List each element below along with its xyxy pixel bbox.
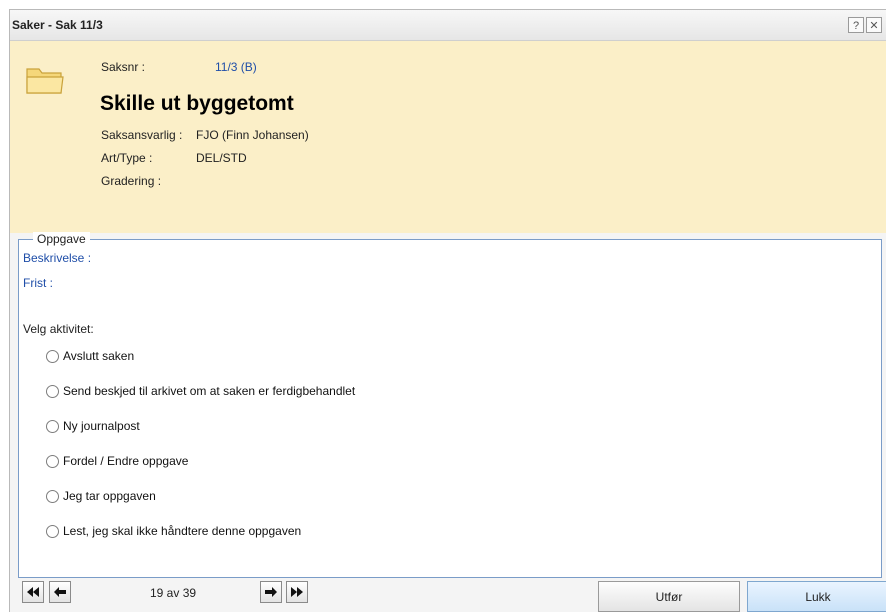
next-button[interactable]: [260, 581, 282, 603]
task-legend: Oppgave: [33, 232, 90, 246]
saksnr-label: Saksnr :: [101, 60, 146, 74]
velg-aktivitet-label: Velg aktivitet:: [23, 322, 94, 336]
saksansvarlig-label: Saksansvarlig :: [101, 128, 183, 142]
utfor-button[interactable]: Utfør: [598, 581, 740, 612]
arrow-left-icon: [54, 587, 66, 597]
radio-button[interactable]: [46, 350, 59, 363]
frist-label: Frist :: [23, 276, 53, 290]
last-button[interactable]: [286, 581, 308, 603]
last-icon: [291, 587, 303, 597]
beskrivelse-label: Beskrivelse :: [23, 251, 92, 265]
task-panel: Oppgave Beskrivelse : Frist : Velg aktiv…: [18, 232, 882, 578]
folder-icon: [26, 68, 64, 94]
close-button[interactable]: ✕: [866, 17, 882, 33]
option-label: Jeg tar oppgaven: [63, 489, 156, 503]
saksnr-value: 11/3 (B): [215, 60, 257, 74]
case-header: Saksnr : 11/3 (B) Skille ut byggetomt Sa…: [10, 41, 886, 233]
lukk-button[interactable]: Lukk: [747, 581, 886, 612]
window-title: Saker - Sak 11/3: [12, 18, 103, 32]
arrow-right-icon: [265, 587, 277, 597]
radio-button[interactable]: [46, 455, 59, 468]
option-label: Avslutt saken: [63, 349, 135, 363]
case-title: Skille ut byggetomt: [100, 92, 294, 115]
art-type-label: Art/Type :: [101, 151, 153, 165]
gradering-label: Gradering :: [101, 174, 162, 188]
option-label: Lest, jeg skal ikke håndtere denne oppga…: [63, 524, 302, 538]
saksansvarlig-value: FJO (Finn Johansen): [196, 128, 309, 142]
option-label: Fordel / Endre oppgave: [63, 454, 189, 468]
radio-button[interactable]: [46, 420, 59, 433]
case-window: Saker - Sak 11/3 ? ✕ Saksnr : 11/3 (B) S…: [9, 9, 886, 612]
radio-button[interactable]: [46, 490, 59, 503]
first-button[interactable]: [22, 581, 44, 603]
option-label: Send beskjed til arkivet om at saken er …: [63, 384, 356, 398]
title-bar: Saker - Sak 11/3 ? ✕: [10, 10, 886, 41]
radio-button[interactable]: [46, 385, 59, 398]
option-label: Ny journalpost: [63, 419, 140, 433]
help-button[interactable]: ?: [848, 17, 864, 33]
previous-button[interactable]: [49, 581, 71, 603]
pager-text: 19 av 39: [150, 586, 197, 600]
art-type-value: DEL/STD: [196, 151, 247, 165]
radio-button[interactable]: [46, 525, 59, 538]
first-icon: [27, 587, 39, 597]
